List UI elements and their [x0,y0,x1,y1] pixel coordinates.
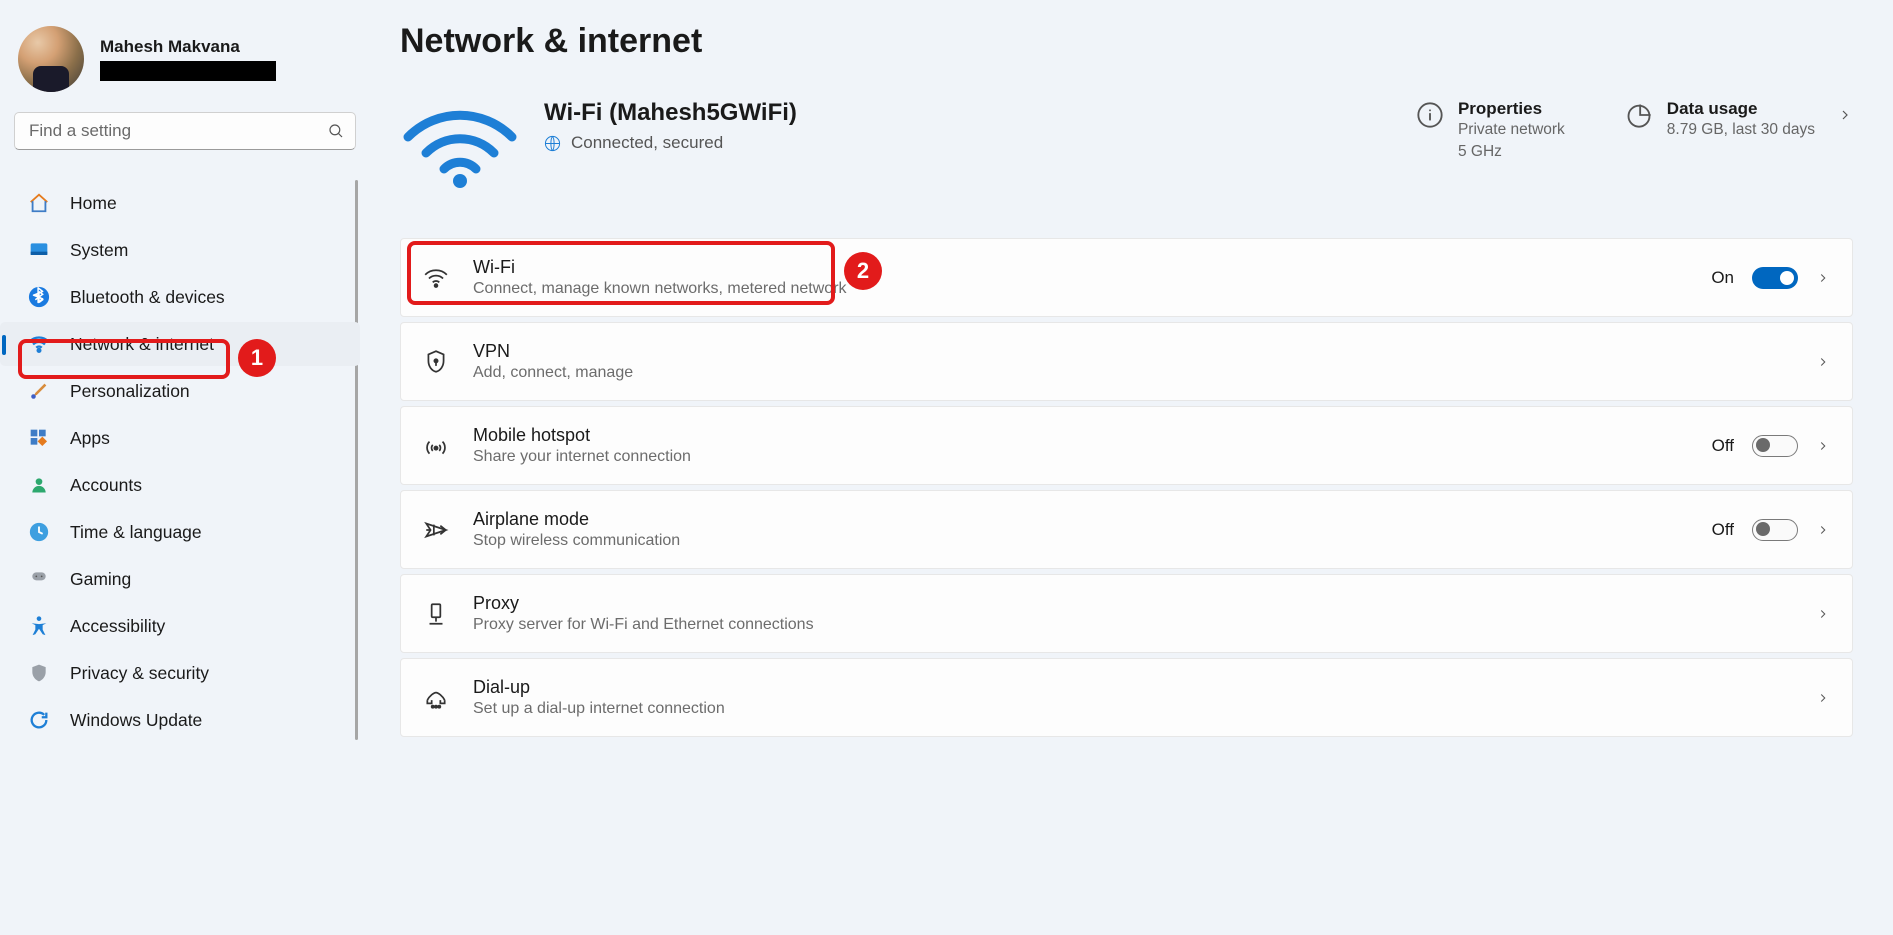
nav-windows-update[interactable]: Windows Update [0,698,360,742]
nav-label: Time & language [70,522,202,543]
profile-block[interactable]: Mahesh Makvana [0,18,370,112]
hotspot-card[interactable]: Mobile hotspot Share your internet conne… [400,406,1853,485]
hotspot-icon [423,433,449,459]
pie-chart-icon [1625,101,1653,129]
properties-card[interactable]: Properties Private network 5 GHz [1416,99,1565,162]
wifi-icon [28,333,50,355]
proxy-card[interactable]: Proxy Proxy server for Wi-Fi and Etherne… [400,574,1853,653]
home-icon [28,192,50,214]
nav-label: System [70,240,128,261]
vpn-card-title: VPN [473,341,1792,362]
nav-label: Network & internet [70,334,214,355]
nav-label: Bluetooth & devices [70,287,225,308]
wifi-card-title: Wi-Fi [473,257,1687,278]
nav-label: Accessibility [70,616,165,637]
chevron-right-icon [1816,523,1830,537]
data-usage-card[interactable]: Data usage 8.79 GB, last 30 days [1625,99,1853,141]
nav-label: Apps [70,428,110,449]
wifi-toggle[interactable] [1752,267,1798,289]
shield-lock-icon [423,349,449,375]
nav-label: Home [70,193,117,214]
chevron-right-icon [1837,107,1853,123]
proxy-icon [423,601,449,627]
data-usage-title: Data usage [1667,99,1815,119]
brush-icon [28,380,50,402]
airplane-state: Off [1712,520,1734,540]
hotspot-toggle[interactable] [1752,435,1798,457]
apps-icon [28,427,50,449]
wifi-card-sub: Connect, manage known networks, metered … [473,280,1687,298]
airplane-toggle[interactable] [1752,519,1798,541]
wifi-status: Connected, secured [571,133,723,153]
chevron-right-icon [1816,355,1830,369]
shield-icon [28,662,50,684]
data-usage-detail: 8.79 GB, last 30 days [1667,119,1815,141]
hotspot-card-sub: Share your internet connection [473,448,1688,466]
nav-label: Gaming [70,569,131,590]
nav-personalization[interactable]: Personalization [0,369,360,413]
wifi-network-name: Wi-Fi (Mahesh5GWiFi) [544,99,797,127]
dialup-icon [423,685,449,711]
vpn-card[interactable]: VPN Add, connect, manage [400,322,1853,401]
properties-title: Properties [1458,99,1565,119]
chevron-right-icon [1816,271,1830,285]
nav-list: Home System Bluetooth & devices Network … [0,178,370,745]
page-title: Network & internet [400,22,1853,61]
nav-accounts[interactable]: Accounts [0,463,360,507]
nav-label: Accounts [70,475,142,496]
nav-label: Windows Update [70,710,202,731]
chevron-right-icon [1816,607,1830,621]
accessibility-icon [28,615,50,637]
airplane-card-sub: Stop wireless communication [473,532,1688,550]
properties-line1: Private network [1458,119,1565,141]
person-icon [28,474,50,496]
nav-bluetooth[interactable]: Bluetooth & devices [0,275,360,319]
gamepad-icon [28,568,50,590]
properties-line2: 5 GHz [1458,141,1565,163]
avatar [18,26,84,92]
profile-name: Mahesh Makvana [100,37,276,57]
search-input-wrapper[interactable] [14,112,356,150]
search-input[interactable] [29,121,327,141]
nav-system[interactable]: System [0,228,360,272]
proxy-card-title: Proxy [473,593,1792,614]
airplane-icon [423,517,449,543]
nav-label: Personalization [70,381,190,402]
update-icon [28,709,50,731]
dialup-card-sub: Set up a dial-up internet connection [473,700,1792,718]
redacted-bar [100,61,276,81]
clock-globe-icon [28,521,50,543]
search-icon [327,122,345,140]
wifi-large-icon [400,99,520,194]
nav-label: Privacy & security [70,663,209,684]
wifi-icon [423,265,449,291]
system-icon [28,239,50,261]
nav-time-language[interactable]: Time & language [0,510,360,554]
nav-apps[interactable]: Apps [0,416,360,460]
airplane-card-title: Airplane mode [473,509,1688,530]
vpn-card-sub: Add, connect, manage [473,364,1792,382]
globe-icon [544,135,561,152]
proxy-card-sub: Proxy server for Wi-Fi and Ethernet conn… [473,616,1792,634]
info-icon [1416,101,1444,129]
hotspot-state: Off [1712,436,1734,456]
nav-accessibility[interactable]: Accessibility [0,604,360,648]
bluetooth-icon [28,286,50,308]
hotspot-card-title: Mobile hotspot [473,425,1688,446]
chevron-right-icon [1816,439,1830,453]
dialup-card-title: Dial-up [473,677,1792,698]
nav-gaming[interactable]: Gaming [0,557,360,601]
wifi-state: On [1711,268,1734,288]
dialup-card[interactable]: Dial-up Set up a dial-up internet connec… [400,658,1853,737]
chevron-right-icon [1816,691,1830,705]
airplane-card[interactable]: Airplane mode Stop wireless communicatio… [400,490,1853,569]
nav-privacy[interactable]: Privacy & security [0,651,360,695]
nav-network[interactable]: Network & internet [0,322,360,366]
nav-home[interactable]: Home [0,181,360,225]
wifi-card[interactable]: Wi-Fi Connect, manage known networks, me… [400,238,1853,317]
